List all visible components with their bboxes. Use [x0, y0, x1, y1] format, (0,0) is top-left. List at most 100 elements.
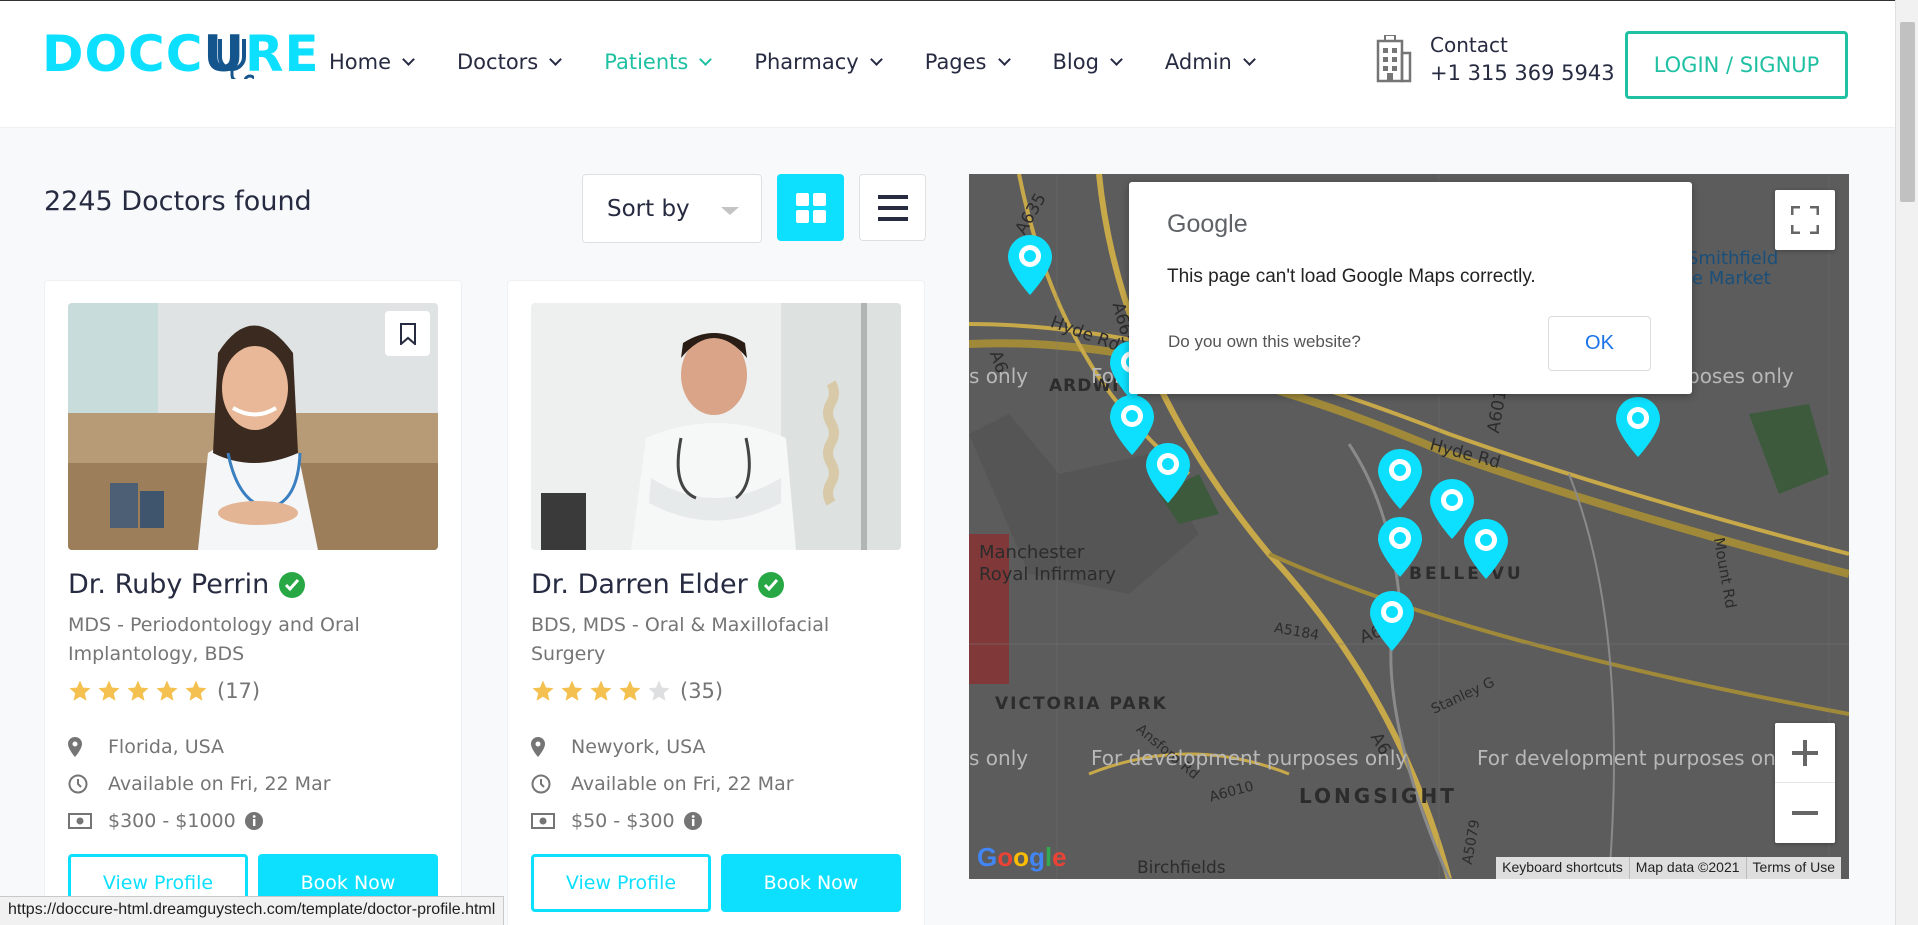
zoom-in-button[interactable]: [1775, 723, 1835, 783]
map-label-birchfields: Birchfields: [1137, 858, 1226, 878]
map-pin-icon[interactable]: [1007, 234, 1053, 296]
nav-item-blog[interactable]: Blog: [1053, 50, 1123, 74]
hospital-building-icon: [1376, 35, 1412, 83]
bookmark-icon: [399, 322, 416, 345]
clock-icon: [68, 774, 88, 794]
chevron-down-icon: [402, 53, 415, 66]
google-logo[interactable]: Google: [977, 842, 1067, 873]
chevron-down-icon: [549, 53, 563, 66]
list-icon: [877, 194, 908, 221]
map-data-credit: Map data ©2021: [1628, 857, 1746, 879]
money-icon: [68, 813, 92, 829]
bookmark-button[interactable]: [385, 311, 430, 356]
map-label-market: le Market: [1687, 268, 1771, 289]
star-filled-icon: [532, 680, 554, 701]
star-filled-icon: [69, 680, 91, 701]
list-view-button[interactable]: [859, 174, 926, 241]
map-label-manchester: Manchester: [979, 542, 1085, 563]
map-label-victoria-park: VICTORIA PARK: [995, 694, 1168, 714]
sort-by-select[interactable]: Sort by: [582, 174, 762, 243]
doctor-name[interactable]: Dr. Ruby Perrin: [68, 569, 306, 600]
map-marker-icon: [531, 737, 545, 757]
zoom-controls: [1775, 723, 1835, 843]
nav-item-pharmacy[interactable]: Pharmacy: [754, 50, 883, 74]
site-header: DOCCURE Home Doctors Patients Pharmacy Pages…: [0, 0, 1895, 128]
page-scrollbar[interactable]: [1895, 0, 1918, 925]
grid-view-button[interactable]: [777, 174, 844, 241]
doctor-price: $50 - $300: [531, 810, 703, 832]
map-pin-icon[interactable]: [1145, 442, 1191, 504]
minus-icon: [1792, 811, 1818, 815]
info-icon[interactable]: [244, 811, 264, 831]
map-pin-icon[interactable]: [1377, 516, 1423, 578]
maps-error-dialog: Google This page can't load Google Maps …: [1129, 182, 1692, 394]
map-label-longsight: LONGSIGHT: [1299, 784, 1457, 808]
map-marker-icon: [68, 737, 82, 757]
clock-icon: [531, 774, 551, 794]
own-website-question: Do you own this website?: [1168, 332, 1361, 351]
map-dev-watermark: s only: [969, 364, 1029, 388]
star-filled-icon: [98, 680, 120, 701]
terms-of-use-link[interactable]: Terms of Use: [1745, 857, 1841, 879]
view-profile-button[interactable]: View Profile: [531, 854, 711, 912]
map-label-royal-infirmary: Royal Infirmary: [979, 564, 1116, 585]
map-dev-watermark: poses only: [1687, 364, 1794, 388]
login-signup-button[interactable]: LOGIN / SIGNUP: [1625, 31, 1848, 99]
doctor-photo[interactable]: [68, 303, 438, 550]
zoom-out-button[interactable]: [1775, 783, 1835, 843]
keyboard-shortcuts-link[interactable]: Keyboard shortcuts: [1496, 857, 1629, 879]
maps-error-message: This page can't load Google Maps correct…: [1167, 266, 1536, 287]
verified-check-icon: [279, 571, 306, 598]
doctor-specialty: MDS - Periodontology and Oral Implantolo…: [68, 614, 360, 665]
star-empty-icon: [648, 680, 670, 701]
doctor-location: Newyork, USA: [531, 736, 706, 758]
fullscreen-icon: [1791, 206, 1819, 234]
stethoscope-icon: [218, 39, 254, 79]
money-icon: [531, 813, 555, 829]
dialog-ok-button[interactable]: OK: [1548, 316, 1651, 371]
star-filled-icon: [185, 680, 207, 701]
doctor-location: Florida, USA: [68, 736, 224, 758]
doctor-specialty: BDS, MDS - Oral & Maxillofacial Surgery: [531, 614, 830, 665]
nav-item-pages[interactable]: Pages: [925, 50, 1011, 74]
contact-label: Contact: [1430, 33, 1508, 57]
plus-icon: [1792, 739, 1818, 766]
results-count: 2245 Doctors found: [44, 186, 312, 217]
star-filled-icon: [561, 680, 583, 701]
contact-phone[interactable]: +1 315 369 5943: [1430, 61, 1615, 85]
doctor-rating: (17): [68, 679, 260, 703]
chevron-down-icon: [699, 53, 713, 66]
nav-item-home[interactable]: Home: [329, 50, 415, 74]
map-label-smithfield: Smithfield: [1687, 248, 1779, 269]
map-footer: Keyboard shortcuts Map data ©2021 Terms …: [1496, 857, 1841, 879]
fullscreen-button[interactable]: [1775, 190, 1835, 250]
star-filled-icon: [590, 680, 612, 701]
chevron-down-icon: [997, 53, 1011, 66]
dropdown-caret-icon: [721, 207, 739, 215]
info-icon[interactable]: [683, 811, 703, 831]
review-count: (17): [217, 679, 261, 703]
google-brand: Google: [1167, 210, 1248, 238]
map-dev-watermark: For development purposes only: [1091, 746, 1408, 770]
doccure-logo[interactable]: DOCCURE: [42, 29, 320, 79]
book-now-button[interactable]: Book Now: [721, 854, 901, 912]
map-dev-watermark: For development purposes on: [1477, 746, 1776, 770]
map-pin-icon[interactable]: [1463, 518, 1509, 580]
grid-icon: [795, 192, 826, 223]
map-pin-icon[interactable]: [1369, 590, 1415, 652]
contact-block: Contact +1 315 369 5943: [1374, 33, 1615, 85]
map-pin-icon[interactable]: [1615, 396, 1661, 458]
nav-item-admin[interactable]: Admin: [1165, 50, 1256, 74]
doctor-map[interactable]: A635 A665 Hyde Rd A6 ARDWIC A6010 Hyde R…: [969, 174, 1849, 879]
doctor-price: $300 - $1000: [68, 810, 264, 832]
map-pin-icon[interactable]: [1377, 448, 1423, 510]
doctor-photo[interactable]: [531, 303, 901, 550]
nav-item-patients[interactable]: Patients: [604, 50, 713, 74]
review-count: (35): [680, 679, 724, 703]
scrollbar-thumb[interactable]: [1900, 22, 1915, 202]
nav-item-doctors[interactable]: Doctors: [457, 50, 563, 74]
doctor-name[interactable]: Dr. Darren Elder: [531, 569, 784, 600]
doctor-availability: Available on Fri, 22 Mar: [68, 773, 331, 795]
doctor-availability: Available on Fri, 22 Mar: [531, 773, 794, 795]
doctor-rating: (35): [531, 679, 723, 703]
